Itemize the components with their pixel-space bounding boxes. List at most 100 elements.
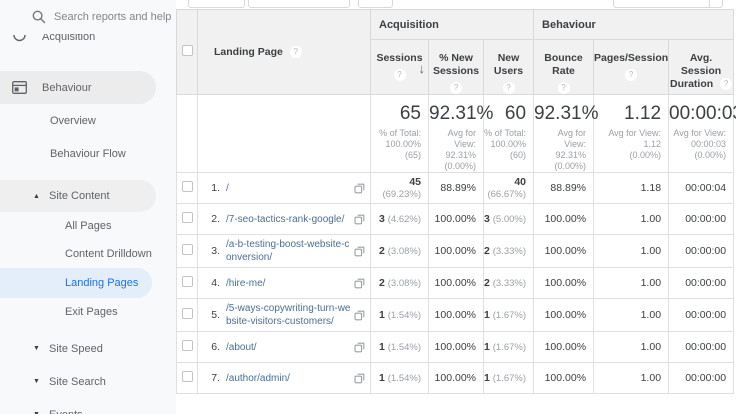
sort-descending-icon[interactable]: ↓ bbox=[419, 62, 426, 75]
column-header-sessions[interactable]: Sessions ? ↓ bbox=[371, 40, 429, 95]
toolbar-control-cutoff-3[interactable] bbox=[358, 0, 393, 8]
help-icon[interactable]: ? bbox=[625, 69, 637, 81]
cell-sessions: 45 (69.23%) bbox=[371, 173, 429, 204]
open-page-icon[interactable] bbox=[354, 183, 365, 194]
total-sessions: 65 % of Total: 100.00% (65) bbox=[371, 95, 429, 173]
column-header-bounce-rate[interactable]: Bounce Rate ? bbox=[534, 40, 594, 95]
cell-avg-duration: 00:00:00 bbox=[669, 235, 734, 268]
toolbar-strip-cutoff bbox=[176, 0, 736, 9]
open-page-icon[interactable] bbox=[354, 278, 365, 289]
column-header-pages-session[interactable]: Pages/Session ? bbox=[594, 40, 669, 95]
open-page-icon[interactable] bbox=[354, 342, 365, 353]
landing-page-link[interactable]: /hire-me/ bbox=[226, 277, 351, 290]
row-checkbox[interactable] bbox=[182, 276, 193, 287]
sidebar-item-label: Site Search bbox=[49, 376, 106, 388]
sidebar-item-site-content[interactable]: ▲ Site Content bbox=[0, 180, 156, 212]
landing-page-link[interactable]: /7-seo-tactics-rank-google/ bbox=[226, 213, 351, 226]
landing-page-link[interactable]: /author/admin/ bbox=[226, 372, 351, 385]
search-icon bbox=[32, 10, 46, 24]
new-users-value: 3 bbox=[484, 213, 490, 225]
table-row: 7. /author/admin/ 1 (1.54%) bbox=[177, 363, 734, 394]
column-header-new-sessions[interactable]: % New Sessions ? bbox=[429, 40, 484, 95]
column-header-landing-page[interactable]: Landing Page ? bbox=[198, 10, 371, 95]
cell-new-users: 2 (3.33%) bbox=[484, 235, 534, 268]
new-users-percent: (5.00%) bbox=[493, 214, 526, 225]
total-pages-session: 1.12 Avg for View: 1.12 (0.00%) bbox=[594, 95, 669, 173]
help-icon[interactable]: ? bbox=[720, 78, 732, 90]
landing-page-link[interactable]: /about/ bbox=[226, 341, 351, 354]
landing-page-link[interactable]: /a-b-testing-boost-website-conversion/ bbox=[226, 238, 351, 264]
toolbar-search-cutoff[interactable] bbox=[613, 0, 723, 8]
cell-pages-session: 1.00 bbox=[594, 299, 669, 332]
sidebar-item-behaviour-flow[interactable]: Behaviour Flow bbox=[0, 137, 176, 170]
total-value: 65 bbox=[371, 103, 421, 125]
sessions-value: 1 bbox=[379, 372, 385, 384]
sidebar-item-behaviour[interactable]: Behaviour bbox=[0, 71, 156, 104]
group-header-behaviour: Behaviour bbox=[534, 10, 734, 40]
cell-sessions: 2 (3.08%) bbox=[371, 235, 429, 268]
cell-bounce-rate: 100.00% bbox=[534, 235, 594, 268]
sidebar-item-events[interactable]: ▼ Events bbox=[0, 398, 176, 414]
help-icon[interactable]: ? bbox=[394, 69, 406, 81]
cell-sessions: 2 (3.08%) bbox=[371, 268, 429, 299]
landing-page-link[interactable]: /5-ways-copywriting-turn-website-visitor… bbox=[226, 302, 351, 328]
new-users-percent: (1.67%) bbox=[493, 342, 526, 353]
row-checkbox[interactable] bbox=[182, 244, 193, 255]
column-label: Pages/Session bbox=[594, 52, 668, 64]
total-value: 92.31% bbox=[429, 103, 476, 125]
help-icon[interactable]: ? bbox=[503, 82, 515, 94]
column-label: Duration bbox=[670, 78, 713, 90]
new-users-value: 1 bbox=[484, 309, 490, 321]
open-page-icon[interactable] bbox=[354, 246, 365, 257]
row-checkbox[interactable] bbox=[182, 340, 193, 351]
landing-page-link[interactable]: / bbox=[226, 182, 351, 195]
cell-sessions: 1 (1.54%) bbox=[371, 332, 429, 363]
sidebar-item-all-pages[interactable]: All Pages bbox=[0, 212, 176, 240]
help-icon[interactable]: ? bbox=[290, 46, 302, 58]
sidebar-item-site-speed[interactable]: ▼ Site Speed bbox=[0, 332, 176, 365]
open-page-icon[interactable] bbox=[354, 373, 365, 384]
select-all-checkbox[interactable] bbox=[182, 45, 193, 56]
cell-new-sessions: 100.00% bbox=[429, 235, 484, 268]
new-users-value: 2 bbox=[484, 245, 490, 257]
sidebar-item-label: Site Speed bbox=[49, 343, 103, 355]
new-users-percent: (3.33%) bbox=[493, 246, 526, 257]
sessions-value: 2 bbox=[379, 277, 385, 289]
sidebar-item-exit-pages[interactable]: Exit Pages bbox=[0, 298, 176, 326]
column-label: New Users bbox=[494, 52, 523, 77]
sidebar-item-site-search[interactable]: ▼ Site Search bbox=[0, 365, 176, 398]
row-checkbox[interactable] bbox=[182, 371, 193, 382]
cell-new-users: 1 (1.67%) bbox=[484, 363, 534, 394]
new-users-percent: (1.67%) bbox=[493, 310, 526, 321]
cell-new-sessions: 100.00% bbox=[429, 363, 484, 394]
cell-bounce-rate: 100.00% bbox=[534, 363, 594, 394]
sidebar-item-overview[interactable]: Overview bbox=[0, 104, 176, 137]
cell-sessions: 1 (1.54%) bbox=[371, 363, 429, 394]
toolbar-control-cutoff-1[interactable] bbox=[188, 0, 245, 8]
column-header-avg-duration[interactable]: Avg. Session Duration ? bbox=[669, 40, 734, 95]
row-number: 3. bbox=[206, 245, 220, 257]
row-checkbox[interactable] bbox=[182, 308, 193, 319]
sidebar-item-label: Events bbox=[49, 409, 83, 414]
search-reports-bar[interactable]: Search reports and help bbox=[0, 0, 176, 34]
sidebar-nav: Acquisition Behaviour Overview Behaviour… bbox=[0, 0, 176, 414]
column-header-new-users[interactable]: New Users ? bbox=[484, 40, 534, 95]
open-page-icon[interactable] bbox=[354, 310, 365, 321]
row-number: 1. bbox=[206, 182, 220, 194]
table-row: 4. /hire-me/ 2 (3.08%) bbox=[177, 268, 734, 299]
toolbar-control-cutoff-2[interactable] bbox=[248, 0, 350, 8]
landing-pages-table: Landing Page ? Acquisition Behaviour Ses… bbox=[176, 9, 734, 394]
total-subtext: Avg for View: 92.31% (0.00%) bbox=[534, 128, 586, 172]
open-page-icon[interactable] bbox=[354, 214, 365, 225]
sidebar-item-landing-pages[interactable]: Landing Pages bbox=[0, 268, 152, 298]
cell-pages-session: 1.00 bbox=[594, 204, 669, 235]
sidebar-item-content-drilldown[interactable]: Content Drilldown bbox=[0, 240, 176, 268]
help-icon[interactable]: ? bbox=[450, 82, 462, 94]
cell-avg-duration: 00:00:04 bbox=[669, 173, 734, 204]
help-icon[interactable]: ? bbox=[558, 82, 570, 94]
cell-new-users: 40 (66.67%) bbox=[484, 173, 534, 204]
row-checkbox[interactable] bbox=[182, 181, 193, 192]
cell-bounce-rate: 100.00% bbox=[534, 204, 594, 235]
row-checkbox[interactable] bbox=[182, 212, 193, 223]
sidebar-item-label: Behaviour Flow bbox=[50, 148, 126, 160]
